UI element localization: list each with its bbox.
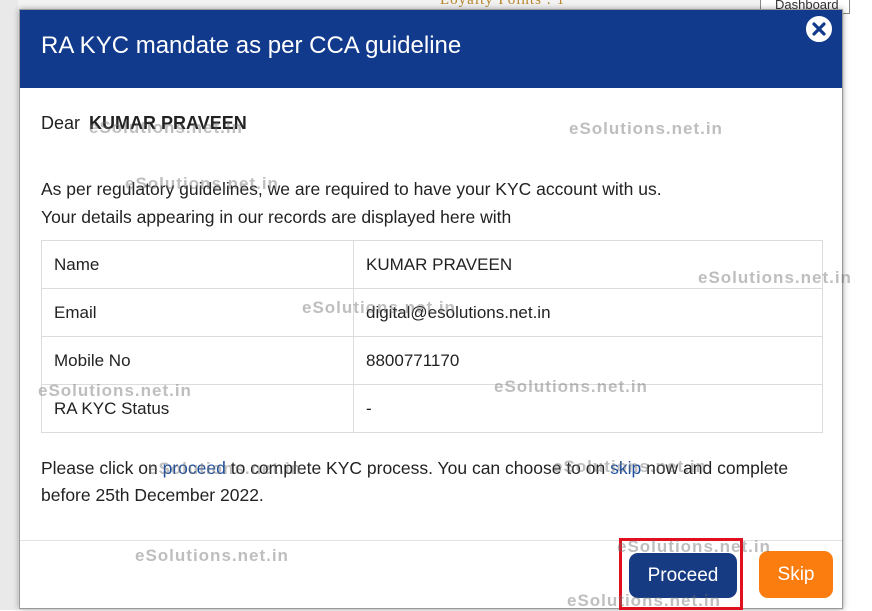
row-label: Mobile No (41, 336, 354, 385)
close-icon (812, 22, 826, 36)
footer-text-part-1: Please click on (41, 458, 163, 478)
row-value: digital@esolutions.net.in (353, 288, 823, 337)
modal-header: RA KYC mandate as per CCA guideline (20, 10, 842, 88)
greeting-line: Dear KUMAR PRAVEEN (41, 113, 247, 134)
user-name: KUMAR PRAVEEN (89, 113, 247, 133)
loyalty-points-text: Loyalty Points : 1 (440, 0, 566, 8)
row-label: RA KYC Status (41, 384, 354, 433)
background-right-strip (844, 0, 872, 610)
row-label: Name (41, 240, 354, 289)
proceed-link[interactable]: proceed (163, 458, 226, 478)
table-row: Email digital@esolutions.net.in (41, 288, 823, 337)
footer-text-part-2: to complete KYC process. You can choose … (225, 458, 611, 478)
table-row: Name KUMAR PRAVEEN (41, 240, 823, 289)
close-button[interactable] (804, 14, 834, 44)
table-row: RA KYC Status - (41, 384, 823, 433)
skip-link[interactable]: skip (610, 458, 641, 478)
intro-line-1: As per regulatory guidelines, we are req… (41, 179, 662, 199)
row-value: KUMAR PRAVEEN (353, 240, 823, 289)
greeting-text: Dear (41, 113, 81, 133)
intro-text: As per regulatory guidelines, we are req… (41, 175, 662, 231)
kyc-modal: RA KYC mandate as per CCA guideline Dear… (19, 9, 843, 610)
skip-button[interactable]: Skip (759, 551, 833, 598)
proceed-highlight-box (619, 538, 743, 610)
row-value: 8800771170 (353, 336, 823, 385)
row-value: - (353, 384, 823, 433)
intro-line-2: Your details appearing in our records ar… (41, 207, 512, 227)
kyc-details-table: Name KUMAR PRAVEEN Email digital@esoluti… (41, 240, 823, 433)
row-label: Email (41, 288, 354, 337)
modal-title: RA KYC mandate as per CCA guideline (41, 32, 462, 59)
footer-instructions: Please click on proceed to complete KYC … (41, 455, 801, 509)
background-left-strip (0, 0, 18, 610)
table-row: Mobile No 8800771170 (41, 336, 823, 385)
